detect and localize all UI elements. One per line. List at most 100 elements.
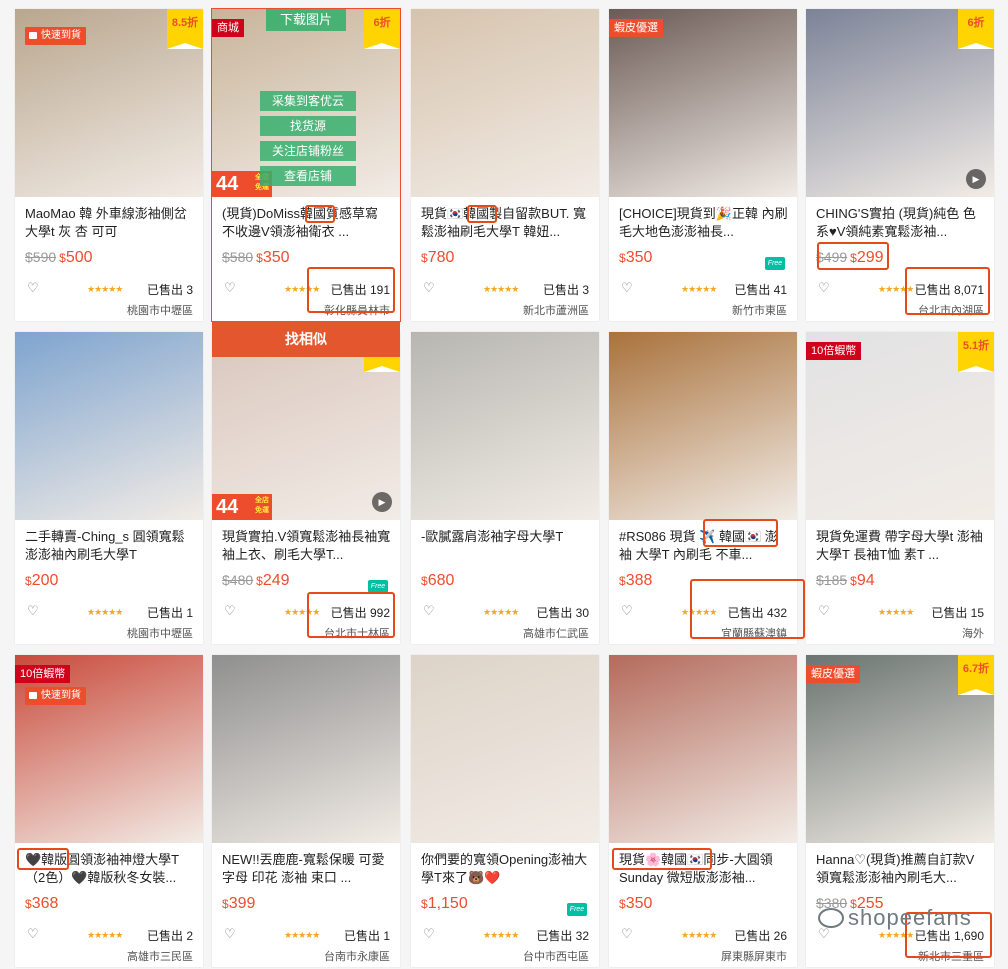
product-title[interactable]: [CHOICE]現貨到🎉正韓 內刷毛大地色澎澎袖長... <box>619 205 789 241</box>
rating-stars: ★★★★★ <box>87 930 123 940</box>
product-title[interactable]: 現貨🇰🇷韓國製自留款BUT. 寬鬆澎袖刷毛大學T 韓妞... <box>421 205 591 241</box>
highlight-box <box>305 205 335 223</box>
product-card[interactable]: 蝦皮優選 [CHOICE]現貨到🎉正韓 內刷毛大地色澎澎袖長... $350 Free… <box>609 9 797 321</box>
watermark: shopeefans <box>818 905 972 931</box>
like-heart-icon[interactable]: ♡ <box>423 604 437 617</box>
like-heart-icon[interactable]: ♡ <box>27 604 41 617</box>
original-price: $480 <box>222 572 254 588</box>
sold-count: 已售出 41 <box>734 283 787 297</box>
find-similar-button[interactable]: 找相似 <box>212 321 400 357</box>
shop-location: 台中市西屯區 <box>523 951 589 963</box>
product-image[interactable] <box>609 655 797 843</box>
sale-price: $94 <box>850 572 875 589</box>
original-price: $580 <box>222 249 254 265</box>
like-heart-icon[interactable]: ♡ <box>818 604 832 617</box>
product-image[interactable] <box>411 332 599 520</box>
shop-location: 高雄市仁武區 <box>523 628 589 640</box>
product-image[interactable]: 8.5折 快速到貨 <box>15 9 203 197</box>
product-title[interactable]: 現貨實拍.V領寬鬆澎袖長袖寬袖上衣、刷毛大學T... <box>222 528 392 564</box>
price-row: $1,150 <box>421 895 468 913</box>
product-card[interactable]: 8.5折 快速到貨 MaoMao 韓 外車線澎袖側岔大學t 灰 杏 可可 $590 $5… <box>15 9 203 321</box>
shop-location: 屏東縣屏東市 <box>721 951 787 963</box>
product-card[interactable]: 10倍蝦幣 快速到貨 🖤韓版圓領澎袖神燈大學T（2色）🖤韓版秋冬女裝... $368 ♡… <box>15 655 203 967</box>
like-heart-icon[interactable]: ♡ <box>621 604 635 617</box>
download-image-button[interactable]: 下载图片 <box>266 9 346 31</box>
shop-location: 台南市永康區 <box>324 951 390 963</box>
price-row: $350 <box>619 895 652 913</box>
product-card[interactable]: NEW!!丟鹿鹿-寬鬆保暖 可愛字母 印花 澎袖 束口 ... $399 ♡ ★★★★… <box>212 655 400 967</box>
like-heart-icon[interactable]: ♡ <box>224 604 238 617</box>
highlight-box <box>612 848 712 870</box>
sold-count: 已售出 26 <box>734 929 787 943</box>
sale-price: $1,150 <box>421 895 468 912</box>
price-row: $388 <box>619 572 652 590</box>
product-image[interactable] <box>212 655 400 843</box>
product-card[interactable]: 二手轉賣-Ching_s 圓領寬鬆澎澎袖內刷毛大學T $200 ♡ ★★★★★ 已售出 … <box>15 332 203 644</box>
rating-stars: ★★★★★ <box>878 607 914 617</box>
product-title[interactable]: Hanna♡(現貨)推薦自訂款V領寬鬆澎澎袖內刷毛大... <box>816 851 986 887</box>
overlay-action-button[interactable]: 查看店铺 <box>260 166 356 186</box>
like-heart-icon[interactable]: ♡ <box>423 927 437 940</box>
highlight-box <box>17 848 69 870</box>
product-image[interactable]: 5.2折44全店免運▶ <box>212 332 400 520</box>
product-image[interactable]: 6折商城44全店免運下载图片采集到客优云找货源关注店铺粉丝查看店铺 <box>212 9 400 197</box>
product-image[interactable] <box>411 9 599 197</box>
mall-badge: 商城 <box>212 19 244 37</box>
overlay-action-button[interactable]: 采集到客优云 <box>260 91 356 111</box>
product-image[interactable] <box>411 655 599 843</box>
like-heart-icon[interactable]: ♡ <box>224 281 238 294</box>
price-row: $480 $249 <box>222 572 290 590</box>
product-card[interactable]: 5.1折 10倍蝦幣現貨免運費 帶字母大學t 澎袖 大學T 長袖T恤 素T ...… <box>806 332 994 644</box>
like-heart-icon[interactable]: ♡ <box>621 927 635 940</box>
product-image[interactable]: 10倍蝦幣 快速到貨 <box>15 655 203 843</box>
highlight-box <box>703 519 778 547</box>
product-image[interactable] <box>15 332 203 520</box>
product-title[interactable]: 二手轉賣-Ching_s 圓領寬鬆澎澎袖內刷毛大學T <box>25 528 195 564</box>
sale-price: $399 <box>222 895 256 912</box>
overlay-action-button[interactable]: 找货源 <box>260 116 356 136</box>
product-image[interactable]: 6.7折 蝦皮優選 <box>806 655 994 843</box>
sold-count: 已售出 2 <box>146 929 193 943</box>
rating-stars: ★★★★★ <box>284 930 320 940</box>
rating-stars: ★★★★★ <box>483 284 519 294</box>
product-image[interactable]: 5.1折 10倍蝦幣 <box>806 332 994 520</box>
product-title[interactable]: NEW!!丟鹿鹿-寬鬆保暖 可愛字母 印花 澎袖 束口 ... <box>222 851 392 887</box>
price-row: $399 <box>222 895 255 913</box>
video-icon: ▶ <box>966 169 986 189</box>
shop-location: 高雄市三民區 <box>127 951 193 963</box>
like-heart-icon[interactable]: ♡ <box>423 281 437 294</box>
coins-badge: 10倍蝦幣 <box>15 665 71 683</box>
product-grid: 8.5折 快速到貨 MaoMao 韓 外車線澎袖側岔大學t 灰 杏 可可 $590 $5… <box>0 0 1008 969</box>
like-heart-icon[interactable]: ♡ <box>27 927 41 940</box>
product-image[interactable] <box>609 332 797 520</box>
product-image[interactable]: 6折 ▶ <box>806 9 994 197</box>
product-title[interactable]: 你們要的寬領Opening澎袖大學T來了🐻❤️ <box>421 851 591 887</box>
product-card[interactable]: 你們要的寬領Opening澎袖大學T來了🐻❤️ $1,150 Free ♡ ★★★★★ 已… <box>411 655 599 967</box>
price-row: $680 <box>421 572 454 590</box>
sale-price: $780 <box>421 249 455 266</box>
rating-stars: ★★★★★ <box>87 284 123 294</box>
like-heart-icon[interactable]: ♡ <box>27 281 41 294</box>
rating-stars: ★★★★★ <box>483 930 519 940</box>
like-heart-icon[interactable]: ♡ <box>621 281 635 294</box>
sale-price: $350 <box>256 249 290 266</box>
highlight-box <box>690 579 805 639</box>
sale-price: $200 <box>25 572 59 589</box>
wechat-icon <box>818 908 844 928</box>
price-row: $580 $350 <box>222 249 290 267</box>
product-title[interactable]: 現貨免運費 帶字母大學t 澎袖 大學T 長袖T恤 素T ... <box>816 528 986 564</box>
price-row: $185 $94 <box>816 572 875 590</box>
price-row: $590 $500 <box>25 249 93 267</box>
preferred-badge: 蝦皮優選 <box>806 665 860 683</box>
product-title[interactable]: CHING'S實拍 (現貨)純色 色系♥V領純素寬鬆澎袖... <box>816 205 986 241</box>
overlay-action-button[interactable]: 关注店铺粉丝 <box>260 141 356 161</box>
product-card[interactable]: 現貨🌸韓國🇰🇷同步-大圓領Sunday 微短版澎澎袖... $350 ♡ ★★★★★ 已… <box>609 655 797 967</box>
product-card[interactable]: 現貨🇰🇷韓國製自留款BUT. 寬鬆澎袖刷毛大學T 韓妞... $780 ♡ ★★★★★… <box>411 9 599 321</box>
product-title[interactable]: MaoMao 韓 外車線澎袖側岔大學t 灰 杏 可可 <box>25 205 195 241</box>
product-card[interactable]: -歐膩露肩澎袖字母大學T $680 ♡ ★★★★★ 已售出 30 高雄市仁武區 <box>411 332 599 644</box>
product-title[interactable]: -歐膩露肩澎袖字母大學T <box>421 528 591 564</box>
like-heart-icon[interactable]: ♡ <box>818 281 832 294</box>
discount-badge: 5.1折 <box>958 332 994 372</box>
product-image[interactable]: 蝦皮優選 <box>609 9 797 197</box>
like-heart-icon[interactable]: ♡ <box>224 927 238 940</box>
